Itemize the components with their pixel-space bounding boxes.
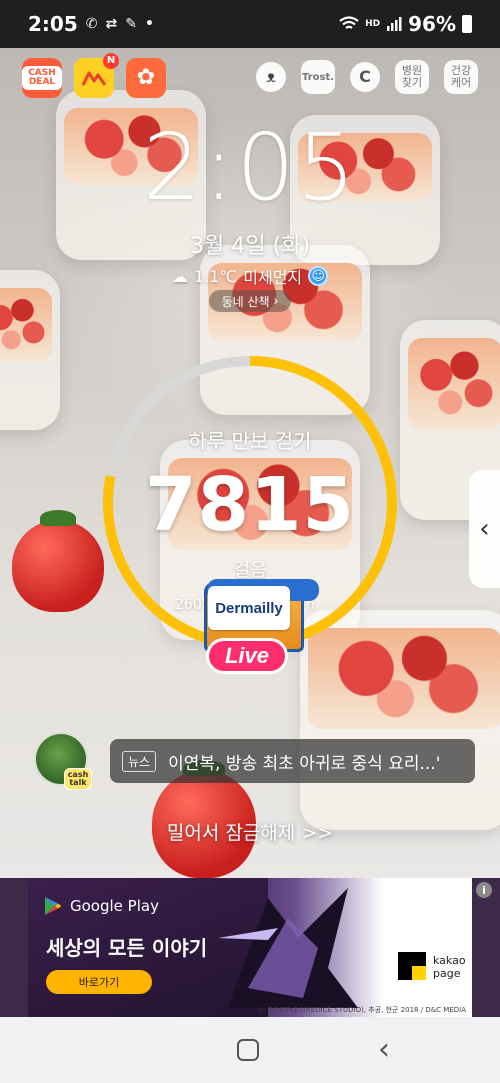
steps-title: 하루 만보 걷기: [188, 429, 312, 453]
health-label: 건강 케어: [450, 63, 472, 89]
ad-copyright: ⓒ DISCIPLES(REDICE STUDIO), 추공, 현군 2018 …: [258, 1006, 466, 1014]
cashdeal-label: CASH DEAL: [22, 65, 62, 91]
cloud-snow-icon: ☁: [171, 266, 188, 286]
cashtalk-label: cash talk: [64, 768, 92, 790]
trost-label: Trost.: [301, 71, 335, 83]
news-tag: 뉴스: [122, 750, 157, 772]
edit-icon: ✎: [125, 16, 137, 32]
hd-voice-label: HD: [365, 18, 381, 29]
google-play-label: Google Play: [70, 897, 159, 915]
mountain-icon: [81, 71, 107, 86]
dermailly-brand: Dermailly: [208, 586, 290, 630]
health-care-icon[interactable]: 건강 케어: [444, 60, 478, 94]
hospital-search-icon[interactable]: 병원 찾기: [395, 60, 429, 94]
notification-badge: N: [103, 53, 119, 69]
cat-app-icon[interactable]: ᴥ: [256, 62, 286, 92]
ad-banner[interactable]: Google Play 세상의 모든 이야기 바로가기 kakao page ⓒ…: [28, 878, 472, 1017]
dessert-jar: [0, 270, 60, 430]
ad-cta-button[interactable]: 바로가기: [46, 970, 152, 994]
dermailly-live-button[interactable]: Dermailly Live: [198, 576, 319, 680]
lockscreen-date: 3월 4일 (화): [190, 234, 310, 259]
walk-label: 동네 산책: [221, 294, 270, 309]
smile-face-icon: ☺: [308, 266, 329, 286]
navigation-bar: ‹: [0, 1017, 500, 1083]
chip-app-icon[interactable]: C: [350, 62, 380, 92]
wifi-icon: [339, 16, 359, 29]
paw-app-icon[interactable]: ✿: [126, 58, 166, 98]
status-time: 2:05: [28, 12, 78, 36]
yellow-app-icon[interactable]: N: [74, 53, 119, 98]
paw-icon: ✿: [136, 65, 156, 91]
coin-icon: C: [359, 67, 371, 87]
status-bar: 2:05 ✆ ⇄ ✎ • HD 96%: [0, 0, 500, 48]
utility-icons: ᴥ Trost. C 병원 찾기 건강 케어: [256, 60, 478, 94]
walk-button[interactable]: 동네 산책 ›: [209, 290, 291, 312]
news-headline: 이연복, 방송 최초 아귀로 중식 요리...': [168, 753, 441, 774]
temperature: 1.1℃: [193, 266, 238, 286]
live-label: Live: [206, 638, 288, 674]
link-icon: ⇄: [105, 16, 118, 32]
ad-headline: 세상의 모든 이야기: [46, 936, 208, 960]
unlock-hint[interactable]: 밀어서 잠금해제 >>: [0, 818, 500, 845]
cat-icon: ᴥ: [266, 67, 276, 87]
call-icon: ✆: [85, 16, 98, 32]
steps-count: 7815: [145, 462, 355, 548]
cashdeal-app-icon[interactable]: CASH DEAL: [22, 58, 62, 98]
chevron-left-icon: ‹: [479, 514, 490, 544]
weather-row: ☁ 1.1℃ 미세먼지 ☺: [0, 264, 500, 288]
news-ticker[interactable]: 뉴스 이연복, 방송 최초 아귀로 중식 요리...': [110, 739, 475, 783]
lockscreen-clock: 2:05: [142, 114, 358, 221]
google-play-icon: [45, 897, 62, 915]
back-button[interactable]: ‹: [378, 1035, 390, 1065]
ad-artwork: [218, 888, 358, 1008]
home-button[interactable]: [237, 1039, 259, 1061]
hospital-label: 병원 찾기: [401, 63, 423, 89]
signal-icon: [387, 17, 402, 31]
app-shortcuts: CASH DEAL N ✿: [22, 53, 166, 98]
ad-margin-left: [0, 878, 28, 1017]
google-play-row: Google Play: [44, 896, 159, 916]
ad-info-icon[interactable]: i: [476, 882, 492, 898]
battery-percent: 96%: [408, 12, 456, 36]
chevron-right-icon: ›: [273, 294, 279, 308]
dot-icon: •: [144, 16, 154, 32]
battery-icon: [462, 15, 472, 33]
ad-margin-right: [472, 878, 500, 1017]
trost-app-icon[interactable]: Trost.: [301, 60, 335, 94]
edge-panel-handle[interactable]: ‹: [469, 470, 500, 588]
kakao-page-label: kakao page: [433, 954, 466, 981]
kakao-page-logo: [398, 952, 426, 980]
dust-label: 미세먼지: [243, 268, 303, 287]
